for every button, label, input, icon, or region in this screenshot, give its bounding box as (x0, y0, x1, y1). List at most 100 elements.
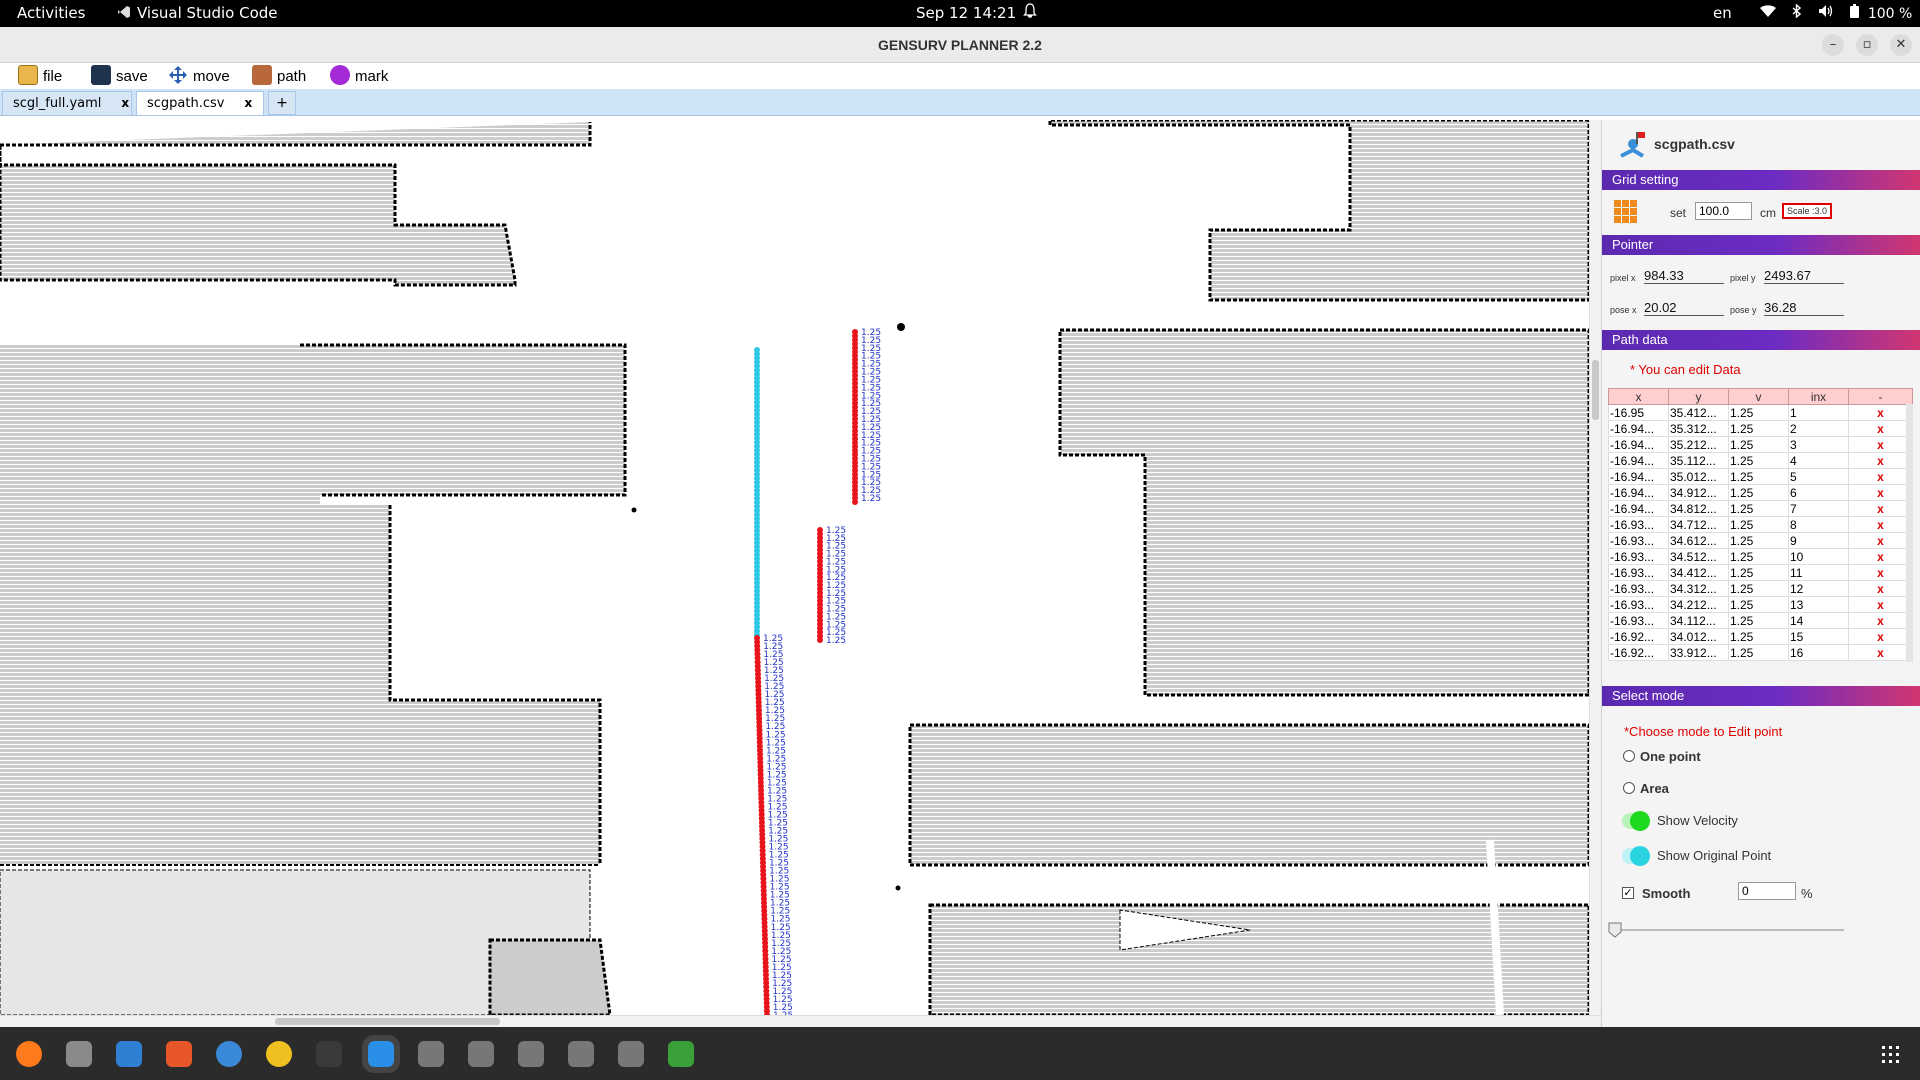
table-cell[interactable]: 1.25 (1728, 468, 1789, 485)
disc-icon[interactable] (518, 1041, 544, 1067)
table-cell[interactable]: -16.94... (1608, 500, 1669, 517)
table-cell[interactable]: 34.212... (1668, 596, 1729, 613)
table-cell[interactable]: 35.112... (1668, 452, 1729, 469)
table-cell[interactable]: -16.94... (1608, 468, 1669, 485)
table-row[interactable]: -16.94... 35.312... 1.25 2 x (1608, 420, 1913, 437)
table-cell[interactable]: 5 (1788, 468, 1849, 485)
vscode-icon[interactable] (362, 1035, 400, 1073)
table-cell[interactable]: 34.012... (1668, 628, 1729, 645)
table-cell[interactable]: 35.012... (1668, 468, 1729, 485)
table-cell[interactable]: 11 (1788, 564, 1849, 581)
table-cell[interactable]: 1.25 (1728, 564, 1789, 581)
bell-icon[interactable] (1023, 3, 1037, 23)
scroll-thumb[interactable] (275, 1018, 500, 1025)
delete-row-button[interactable]: x (1848, 644, 1913, 661)
table-cell[interactable]: 1.25 (1728, 548, 1789, 565)
writer-icon[interactable] (116, 1041, 142, 1067)
table-cell[interactable]: 7 (1788, 500, 1849, 517)
table-cell[interactable]: 34.112... (1668, 612, 1729, 629)
table-cell[interactable]: -16.93... (1608, 564, 1669, 581)
language-indicator[interactable]: en (1713, 4, 1732, 22)
minimize-button[interactable]: – (1822, 34, 1844, 56)
table-cell[interactable]: 6 (1788, 484, 1849, 501)
map-canvas[interactable]: 1.25 1.25 1.25 1.25 1.25 1.25 1.25 1.25 1.25 1.25… (0, 120, 1589, 1015)
area-radio[interactable] (1623, 782, 1635, 794)
map-horizontal-scrollbar[interactable] (0, 1015, 1601, 1027)
table-cell[interactable]: 1.25 (1728, 436, 1789, 453)
table-cell[interactable]: 34.812... (1668, 500, 1729, 517)
delete-row-button[interactable]: x (1848, 404, 1913, 421)
table-cell[interactable]: -16.93... (1608, 548, 1669, 565)
show-velocity-toggle[interactable] (1622, 811, 1650, 831)
table-cell[interactable]: 35.212... (1668, 436, 1729, 453)
delete-row-button[interactable]: x (1848, 516, 1913, 533)
table-row[interactable]: -16.94... 35.012... 1.25 5 x (1608, 468, 1913, 485)
delete-row-button[interactable]: x (1848, 452, 1913, 469)
table-cell[interactable]: 1.25 (1728, 612, 1789, 629)
table-row[interactable]: -16.93... 34.212... 1.25 13 x (1608, 596, 1913, 613)
table-cell[interactable]: 1.25 (1728, 580, 1789, 597)
table-cell[interactable]: 16 (1788, 644, 1849, 661)
table-cell[interactable]: 1.25 (1728, 500, 1789, 517)
table-cell[interactable]: -16.93... (1608, 516, 1669, 533)
menu-save[interactable]: save (91, 65, 148, 87)
table-cell[interactable]: 35.312... (1668, 420, 1729, 437)
terminal-icon[interactable] (316, 1041, 342, 1067)
table-cell[interactable]: -16.92... (1608, 628, 1669, 645)
disc-icon[interactable] (468, 1041, 494, 1067)
table-cell[interactable]: -16.94... (1608, 420, 1669, 437)
table-row[interactable]: -16.94... 35.112... 1.25 4 x (1608, 452, 1913, 469)
table-row[interactable]: -16.92... 33.912... 1.25 16 x (1608, 644, 1913, 661)
table-cell[interactable]: 3 (1788, 436, 1849, 453)
one-point-label[interactable]: One point (1640, 749, 1701, 764)
table-cell[interactable]: -16.94... (1608, 436, 1669, 453)
table-cell[interactable]: 34.912... (1668, 484, 1729, 501)
table-cell[interactable]: 1.25 (1728, 644, 1789, 661)
path-point[interactable] (817, 637, 823, 643)
firefox-icon[interactable] (16, 1041, 42, 1067)
table-cell[interactable]: -16.93... (1608, 532, 1669, 549)
app-menu[interactable]: Visual Studio Code (117, 4, 278, 22)
table-cell[interactable]: 1.25 (1728, 484, 1789, 501)
path-point[interactable] (852, 499, 858, 505)
table-cell[interactable]: -16.94... (1608, 452, 1669, 469)
table-cell[interactable]: 34.712... (1668, 516, 1729, 533)
table-cell[interactable]: 1.25 (1728, 532, 1789, 549)
table-cell[interactable]: 34.312... (1668, 580, 1729, 597)
tab-scgpath-csv[interactable]: scgpath.csv x (136, 91, 264, 115)
table-cell[interactable]: 1.25 (1728, 452, 1789, 469)
table-row[interactable]: -16.93... 34.412... 1.25 11 x (1608, 564, 1913, 581)
smooth-checkbox[interactable]: ✓ (1622, 887, 1634, 899)
delete-row-button[interactable]: x (1848, 500, 1913, 517)
show-apps-grid-icon[interactable] (1882, 1046, 1900, 1064)
delete-row-button[interactable]: x (1848, 564, 1913, 581)
show-original-toggle[interactable] (1622, 846, 1650, 866)
table-cell[interactable]: 33.912... (1668, 644, 1729, 661)
table-cell[interactable]: -16.93... (1608, 596, 1669, 613)
delete-row-button[interactable]: x (1848, 436, 1913, 453)
help-icon[interactable] (216, 1041, 242, 1067)
table-cell[interactable]: 9 (1788, 532, 1849, 549)
delete-row-button[interactable]: x (1848, 612, 1913, 629)
scroll-thumb[interactable] (1592, 360, 1599, 420)
tab-close-button[interactable]: x (244, 96, 252, 110)
table-cell[interactable]: 14 (1788, 612, 1849, 629)
table-row[interactable]: -16.93... 34.612... 1.25 9 x (1608, 532, 1913, 549)
table-cell[interactable]: 35.412... (1668, 404, 1729, 421)
smooth-slider-thumb[interactable] (1608, 922, 1622, 938)
table-row[interactable]: -16.93... 34.112... 1.25 14 x (1608, 612, 1913, 629)
path-layer[interactable]: 1.251.251.251.251.251.251.251.251.251.25… (754, 328, 881, 1015)
activities-button[interactable]: Activities (17, 4, 85, 22)
delete-row-button[interactable]: x (1848, 420, 1913, 437)
delete-row-button[interactable]: x (1848, 580, 1913, 597)
table-cell[interactable]: -16.93... (1608, 580, 1669, 597)
table-cell[interactable]: 15 (1788, 628, 1849, 645)
delete-row-button[interactable]: x (1848, 532, 1913, 549)
table-cell[interactable]: 1.25 (1728, 628, 1789, 645)
menu-file[interactable]: file (18, 65, 62, 87)
area-label[interactable]: Area (1640, 781, 1669, 796)
maximize-button[interactable]: ▫ (1856, 34, 1878, 56)
table-cell[interactable]: 1.25 (1728, 516, 1789, 533)
table-cell[interactable]: -16.92... (1608, 644, 1669, 661)
delete-row-button[interactable]: x (1848, 468, 1913, 485)
